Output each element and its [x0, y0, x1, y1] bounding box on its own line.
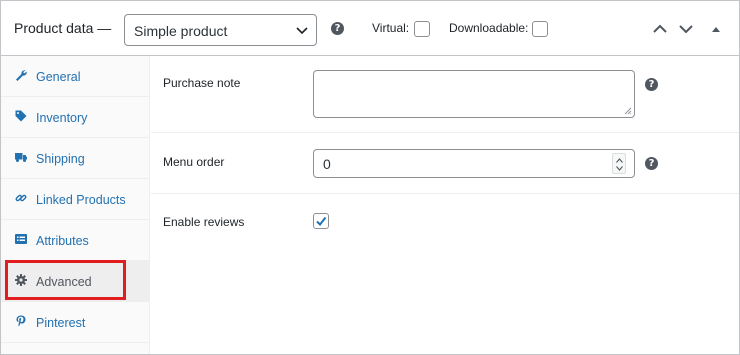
enable-reviews-checkbox[interactable]	[313, 213, 329, 229]
number-spinner[interactable]	[612, 153, 626, 174]
purchase-note-label: Purchase note	[163, 76, 241, 90]
tab-linked-products[interactable]: Linked Products	[1, 179, 150, 220]
product-type-value: Simple product	[134, 23, 228, 39]
advanced-options-panel: Purchase note ? Menu order 0 ? Enable re…	[151, 56, 739, 354]
downloadable-checkbox[interactable]	[532, 21, 548, 37]
enable-reviews-label: Enable reviews	[163, 215, 245, 229]
tab-pinterest-label: Pinterest	[36, 316, 86, 330]
link-icon	[15, 194, 27, 202]
purchase-note-textarea[interactable]	[313, 70, 635, 118]
list-icon	[15, 234, 27, 244]
divider	[151, 193, 739, 194]
gear-icon	[15, 274, 27, 286]
menu-order-help-icon[interactable]: ?	[645, 157, 658, 170]
tab-general-label: General	[36, 70, 81, 84]
tag-icon	[15, 110, 27, 122]
spinner-up-icon[interactable]	[616, 158, 623, 163]
product-type-help-icon[interactable]: ?	[331, 22, 344, 35]
tab-pinterest[interactable]: Pinterest	[1, 302, 150, 343]
tab-attributes[interactable]: Attributes	[1, 220, 150, 261]
tab-general[interactable]: General	[1, 56, 150, 97]
tab-inventory-label: Inventory	[36, 111, 88, 125]
menu-order-input[interactable]: 0	[313, 149, 635, 178]
divider	[151, 132, 739, 133]
product-type-select[interactable]: Simple product	[124, 14, 317, 46]
tab-advanced[interactable]: Advanced	[1, 261, 150, 302]
chevron-down-icon	[296, 27, 308, 35]
menu-order-label: Menu order	[163, 155, 225, 169]
product-data-panel: Product data — Simple product ? Virtual:…	[0, 0, 740, 355]
chevron-up-icon[interactable]	[652, 21, 668, 37]
checkmark-icon	[316, 216, 327, 227]
virtual-checkbox[interactable]	[414, 21, 430, 37]
product-data-tabs: General Inventory Shipping Linked Produc…	[1, 56, 150, 354]
tab-shipping[interactable]: Shipping	[1, 138, 150, 179]
tab-advanced-label: Advanced	[36, 275, 92, 289]
product-data-title: Product data —	[14, 20, 112, 36]
pinterest-icon	[16, 315, 26, 327]
tab-linked-products-label: Linked Products	[36, 193, 126, 207]
truck-icon	[15, 153, 27, 162]
tab-shipping-label: Shipping	[36, 152, 85, 166]
product-data-header: Product data — Simple product ? Virtual:…	[1, 1, 739, 56]
tab-inventory[interactable]: Inventory	[1, 97, 150, 138]
tab-attributes-label: Attributes	[36, 234, 89, 248]
purchase-note-help-icon[interactable]: ?	[645, 78, 658, 91]
triangle-up-icon[interactable]	[710, 23, 722, 35]
virtual-label: Virtual:	[372, 21, 410, 35]
resize-grip-icon[interactable]	[624, 107, 632, 115]
menu-order-value: 0	[323, 156, 331, 172]
downloadable-label: Downloadable:	[449, 21, 529, 35]
chevron-down-icon[interactable]	[678, 21, 694, 37]
wrench-icon	[16, 70, 27, 81]
spinner-down-icon[interactable]	[616, 166, 623, 171]
